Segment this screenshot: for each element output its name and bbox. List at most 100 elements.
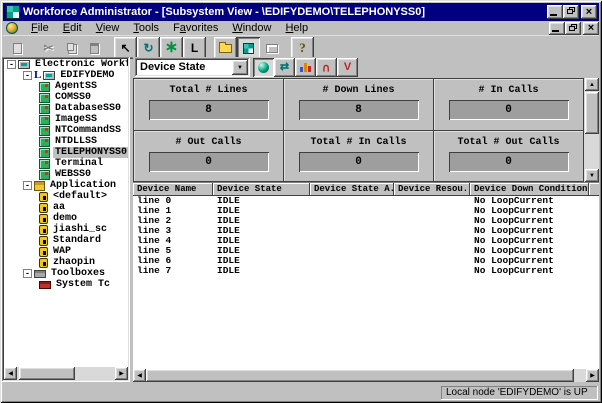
mdi-minimize-button[interactable] xyxy=(549,22,565,35)
table-row[interactable]: line 2IDLENo LoopCurrent xyxy=(133,216,599,226)
column-header-device-down-condition[interactable]: Device Down Condition xyxy=(470,183,589,196)
tree-node-default[interactable]: <default> xyxy=(4,191,128,202)
app-icon[interactable] xyxy=(6,5,20,19)
column-header-device-resou[interactable]: Device Resou... xyxy=(394,183,470,196)
document-system-icon[interactable] xyxy=(6,22,18,34)
scroll-left-button[interactable]: ◀ xyxy=(133,369,146,382)
tree-node-application[interactable]: -Application xyxy=(4,180,128,191)
tree-node-webss0[interactable]: WEBSS0 xyxy=(4,169,128,180)
monitor-view-button[interactable] xyxy=(253,58,274,77)
column-header-device-state[interactable]: Device State xyxy=(213,183,310,196)
tree-node-ntcommandss[interactable]: NTCommandSS xyxy=(4,125,128,136)
clipboard-icon xyxy=(90,43,99,54)
tree-node-label: jiashi_sc xyxy=(51,224,109,235)
tree-node-zhaopin[interactable]: zhaopin xyxy=(4,257,128,268)
menu-tools[interactable]: Tools xyxy=(126,22,166,34)
pointer-mode-button[interactable]: ↖ xyxy=(114,37,137,59)
tree-horizontal-scrollbar[interactable]: ◀ ▶ xyxy=(4,367,128,380)
scroll-left-button[interactable]: ◀ xyxy=(4,367,17,380)
menu-favorites[interactable]: Favorites xyxy=(166,22,225,34)
help-button[interactable]: ? xyxy=(291,37,314,59)
tree-node-jiashi-sc[interactable]: jiashi_sc xyxy=(4,224,128,235)
scroll-right-button[interactable]: ▶ xyxy=(586,369,599,382)
tree-node-system-tc[interactable]: System Tc xyxy=(4,279,128,290)
scroll-up-button[interactable]: ▲ xyxy=(585,78,599,91)
tree-node-edifydemo[interactable]: -LEDIFYDEMO xyxy=(4,70,128,81)
expand-toggle[interactable]: - xyxy=(23,71,32,80)
expand-toggle[interactable]: - xyxy=(23,181,32,190)
tree-node-toolboxes[interactable]: -Toolboxes xyxy=(4,268,128,279)
chart-view-button[interactable] xyxy=(295,58,316,77)
column-header-device-state-a[interactable]: Device State A... xyxy=(310,183,394,196)
tree-node-electronic-workfor[interactable]: -Electronic Workfor xyxy=(4,59,128,70)
scroll-thumb[interactable] xyxy=(19,367,75,380)
expand-toggle[interactable]: - xyxy=(7,60,16,69)
minimize-button[interactable] xyxy=(547,5,563,19)
expand-toggle[interactable]: - xyxy=(23,269,32,278)
properties-button[interactable] xyxy=(260,37,283,59)
label-tool-button[interactable]: L xyxy=(183,37,206,59)
table-cell xyxy=(394,246,470,256)
scroll-right-button[interactable]: ▶ xyxy=(115,367,128,380)
table-cell xyxy=(310,226,394,236)
tree-node-demo[interactable]: demo xyxy=(4,213,128,224)
tree-node-wap[interactable]: WAP xyxy=(4,246,128,257)
table-cell xyxy=(310,246,394,256)
tree-node-agentss[interactable]: AgentSS xyxy=(4,81,128,92)
scroll-down-button[interactable]: ▼ xyxy=(585,169,599,182)
scroll-thumb[interactable] xyxy=(585,92,599,134)
scroll-thumb[interactable] xyxy=(146,369,574,382)
column-header-device-name[interactable]: Device Name xyxy=(133,183,213,196)
tree-node-terminal[interactable]: Terminal xyxy=(4,158,128,169)
tree-node-standard[interactable]: Standard xyxy=(4,235,128,246)
mdi-restore-button[interactable] xyxy=(565,22,581,35)
menu-window[interactable]: Window xyxy=(225,22,278,34)
new-button[interactable] xyxy=(6,37,29,59)
tree-node-telephonyss0[interactable]: TELEPHONYSS0 xyxy=(4,147,128,158)
tree-node-imagess[interactable]: ImageSS xyxy=(4,114,128,125)
refresh-button[interactable]: ↻ xyxy=(137,37,160,59)
app-logo-icon xyxy=(243,43,254,54)
workflow-button[interactable]: ∗ xyxy=(160,37,183,59)
table-row[interactable]: line 3IDLENo LoopCurrent xyxy=(133,226,599,236)
menu-edit[interactable]: Edit xyxy=(56,22,89,34)
mdi-close-button[interactable]: × xyxy=(583,22,599,35)
magnet-icon: ∪ xyxy=(322,62,330,73)
toolbox-icon xyxy=(34,270,46,278)
column-header-end[interactable] xyxy=(589,183,599,196)
tree-node-comss0[interactable]: COMSS0 xyxy=(4,92,128,103)
lock-icon xyxy=(39,236,48,246)
tree-node-aa[interactable]: aa xyxy=(4,202,128,213)
table-horizontal-scrollbar[interactable]: ◀ ▶ xyxy=(133,369,599,382)
table-row[interactable]: line 6IDLENo LoopCurrent xyxy=(133,256,599,266)
refresh-view-button[interactable]: ⇄ xyxy=(274,58,295,77)
view-selector-arrow[interactable]: ▼ xyxy=(232,60,248,75)
paste-button[interactable] xyxy=(83,37,106,59)
tree-node-databasess0[interactable]: DatabaseSS0 xyxy=(4,103,128,114)
table-row[interactable]: line 5IDLENo LoopCurrent xyxy=(133,246,599,256)
cut-button[interactable]: ✂ xyxy=(37,37,60,59)
menu-file[interactable]: File xyxy=(24,22,56,34)
table-cell xyxy=(394,216,470,226)
table-body: line 0IDLENo LoopCurrentline 1IDLENo Loo… xyxy=(133,196,599,276)
copy-button[interactable] xyxy=(60,37,83,59)
view-selector[interactable]: Device State ▼ xyxy=(135,58,250,77)
table-cell xyxy=(589,266,599,276)
menu-help[interactable]: Help xyxy=(278,22,315,34)
subsystem-view-button[interactable] xyxy=(237,37,260,59)
stat-label: # In Calls xyxy=(434,85,583,96)
tree-node-ntdllss[interactable]: NTDLLSS xyxy=(4,136,128,147)
table-row[interactable]: line 4IDLENo LoopCurrent xyxy=(133,236,599,246)
check-view-button[interactable]: V xyxy=(337,58,358,77)
close-button[interactable]: × xyxy=(581,5,597,19)
magnet-view-button[interactable]: ∪ xyxy=(316,58,337,77)
table-row[interactable]: line 7IDLENo LoopCurrent xyxy=(133,266,599,276)
table-cell: IDLE xyxy=(213,256,310,266)
open-folder-button[interactable] xyxy=(214,37,237,59)
table-row[interactable]: line 1IDLENo LoopCurrent xyxy=(133,206,599,216)
tree-node-label: AgentSS xyxy=(53,81,99,92)
restore-button[interactable] xyxy=(563,5,579,19)
menu-view[interactable]: View xyxy=(89,22,127,34)
table-row[interactable]: line 0IDLENo LoopCurrent xyxy=(133,196,599,206)
stats-vertical-scrollbar[interactable]: ▲ ▼ xyxy=(584,78,599,182)
